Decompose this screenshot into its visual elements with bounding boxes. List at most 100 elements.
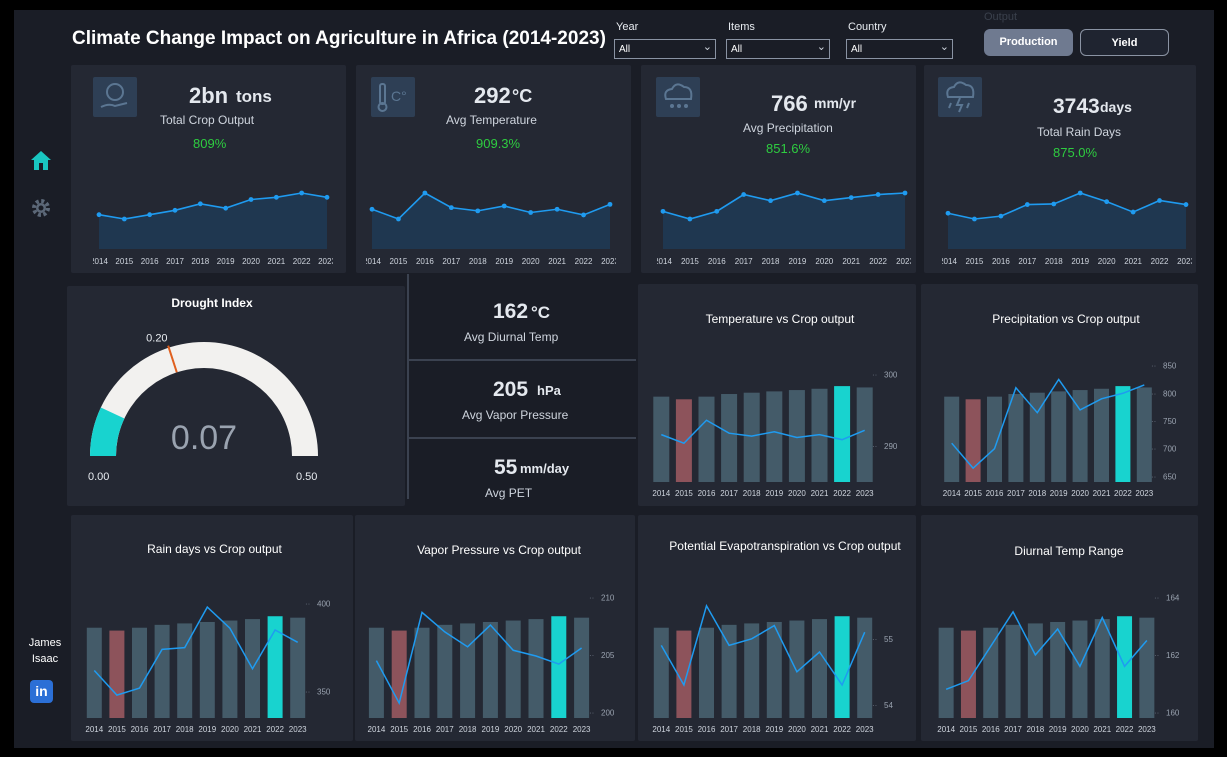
sparkline-point [660, 208, 666, 214]
sparkline-point [422, 190, 428, 196]
combo-chart: 2014 2015 2016 2017 2018 2019 2020 2021 2022 2023… [652, 370, 898, 498]
divider [409, 359, 636, 361]
axis-tick-dots: ·· [1151, 445, 1156, 454]
sparkline-point [299, 190, 305, 196]
crop-output-bar [789, 620, 805, 718]
year-tick-label: 2022 [833, 725, 851, 734]
kpi-card-precipitation: 766 mm/yr Avg Precipitation 851.6% 20142… [641, 65, 916, 273]
year-tick-label: 2018 [743, 489, 761, 498]
axis-tick-dots: ·· [1151, 472, 1156, 481]
year-tick-label: 2019 [765, 725, 783, 734]
axis-tick-dots: ·· [1151, 362, 1156, 371]
sparkline-point [324, 194, 330, 200]
kpi-unit: days [1100, 99, 1132, 115]
chevron-down-icon: ⌄ [816, 41, 826, 53]
year-tick-label: 2014 [85, 725, 103, 734]
year-tick-label: 2023 [318, 257, 333, 266]
combo-chart: 2014 2015 2016 2017 2018 2019 2020 2021 2022 2023… [937, 593, 1180, 734]
sparkline-point [875, 192, 881, 197]
year-tick-label: 2015 [675, 489, 693, 498]
sparkline-point [396, 216, 401, 222]
crop-output-bar [1094, 619, 1110, 718]
crop-output-bar [812, 619, 827, 718]
kpi-change: 909.3% [476, 136, 521, 151]
yield-button[interactable]: Yield [1080, 29, 1169, 56]
crop-output-bar [1051, 391, 1067, 482]
axis-tick-dots: ·· [872, 442, 877, 451]
chart-title: Rain days vs Crop output [147, 542, 282, 556]
secondary-axis-tick: 164 [1166, 593, 1180, 602]
year-tick-label: 2020 [504, 725, 522, 734]
gauge-max-label: 0.50 [296, 471, 317, 483]
year-tick-label: 2019 [198, 725, 216, 734]
year-tick-label: 2014 [657, 257, 672, 266]
secondary-axis-tick: 800 [1163, 389, 1177, 398]
svg-text:C°: C° [391, 88, 407, 104]
kpi-label: Avg Precipitation [743, 121, 833, 135]
crop-output-bar [86, 627, 102, 718]
crop-output-bar [1115, 386, 1131, 482]
year-tick-label: 2016 [986, 489, 1004, 498]
year-tick-label: 2017 [1018, 257, 1036, 266]
crop-output-bar [744, 623, 760, 718]
year-tick-label: 2016 [413, 725, 431, 734]
year-tick-label: 2014 [937, 725, 955, 734]
sparkline-point [197, 201, 203, 207]
storm-cloud-icon [938, 77, 982, 117]
combo-chart-card: Precipitation vs Crop output 2014 2015 201… [921, 284, 1198, 506]
kpi-change: 875.0% [1053, 145, 1098, 160]
secondary-axis-tick: 55 [884, 635, 893, 644]
year-tick-label: 2016 [416, 257, 434, 266]
sparkline-point [741, 192, 747, 197]
sparkline-point [1104, 199, 1110, 205]
divider [407, 274, 409, 499]
sparkline-point [902, 190, 908, 196]
year-tick-label: 2021 [527, 725, 545, 734]
mini-kpi-label: Avg PET [485, 486, 533, 500]
secondary-axis-tick: 650 [1163, 472, 1177, 481]
gear-icon[interactable] [29, 196, 53, 220]
sparkline-point [607, 201, 613, 207]
year-tick-label: 2018 [1045, 257, 1063, 266]
year-tick-label: 2019 [765, 489, 783, 498]
chevron-down-icon: ⌄ [939, 41, 949, 53]
filter-country-select[interactable]: All ⌄ [846, 39, 953, 59]
year-tick-label: 2021 [244, 725, 262, 734]
mini-kpi-unit: mm/day [520, 461, 570, 476]
chart-title: Potential Evapotranspiration vs Crop out… [669, 539, 901, 553]
home-icon[interactable] [28, 147, 54, 173]
page-title: Climate Change Impact on Agriculture in … [72, 28, 606, 49]
year-tick-label: 2016 [141, 257, 159, 266]
chart-title: Temperature vs Crop output [705, 312, 855, 326]
author-last-name: Isaac [31, 653, 59, 665]
production-button[interactable]: Production [984, 29, 1073, 56]
thermometer-icon: C° [371, 77, 415, 117]
year-tick-label: 2021 [842, 257, 860, 266]
sparkline-point [768, 198, 773, 204]
combo-chart: 2014 2015 2016 2017 2018 2019 2020 2021 2022 2023… [85, 600, 331, 734]
filter-items-select[interactable]: All ⌄ [726, 39, 830, 59]
year-tick-label: 2021 [1093, 489, 1111, 498]
linkedin-icon[interactable]: in [30, 680, 53, 703]
year-tick-label: 2015 [964, 489, 982, 498]
series-line [93, 605, 299, 696]
secondary-axis-tick: 400 [317, 600, 331, 609]
year-tick-label: 2022 [1151, 257, 1169, 266]
crop-output-bar [132, 627, 147, 718]
sparkline-point [714, 208, 720, 214]
sparkline-point [1024, 202, 1030, 207]
crop-output-bar [721, 394, 738, 482]
sparkline-point [821, 198, 827, 204]
year-tick-label: 2015 [675, 725, 693, 734]
year-tick-label: 2017 [166, 257, 184, 266]
year-tick-label: 2017 [720, 489, 738, 498]
crop-output-bar [1027, 623, 1043, 718]
year-tick-label: 2023 [856, 725, 874, 734]
combo-chart: 2014 2015 2016 2017 2018 2019 2020 2021 2022 2023… [943, 362, 1177, 498]
secondary-axis-tick: 290 [884, 442, 898, 451]
filter-year-select[interactable]: All ⌄ [614, 39, 716, 59]
year-tick-label: 2017 [436, 725, 454, 734]
axis-tick-dots: ·· [872, 370, 877, 379]
series-line [375, 611, 583, 706]
crop-output-bar [1136, 387, 1152, 482]
